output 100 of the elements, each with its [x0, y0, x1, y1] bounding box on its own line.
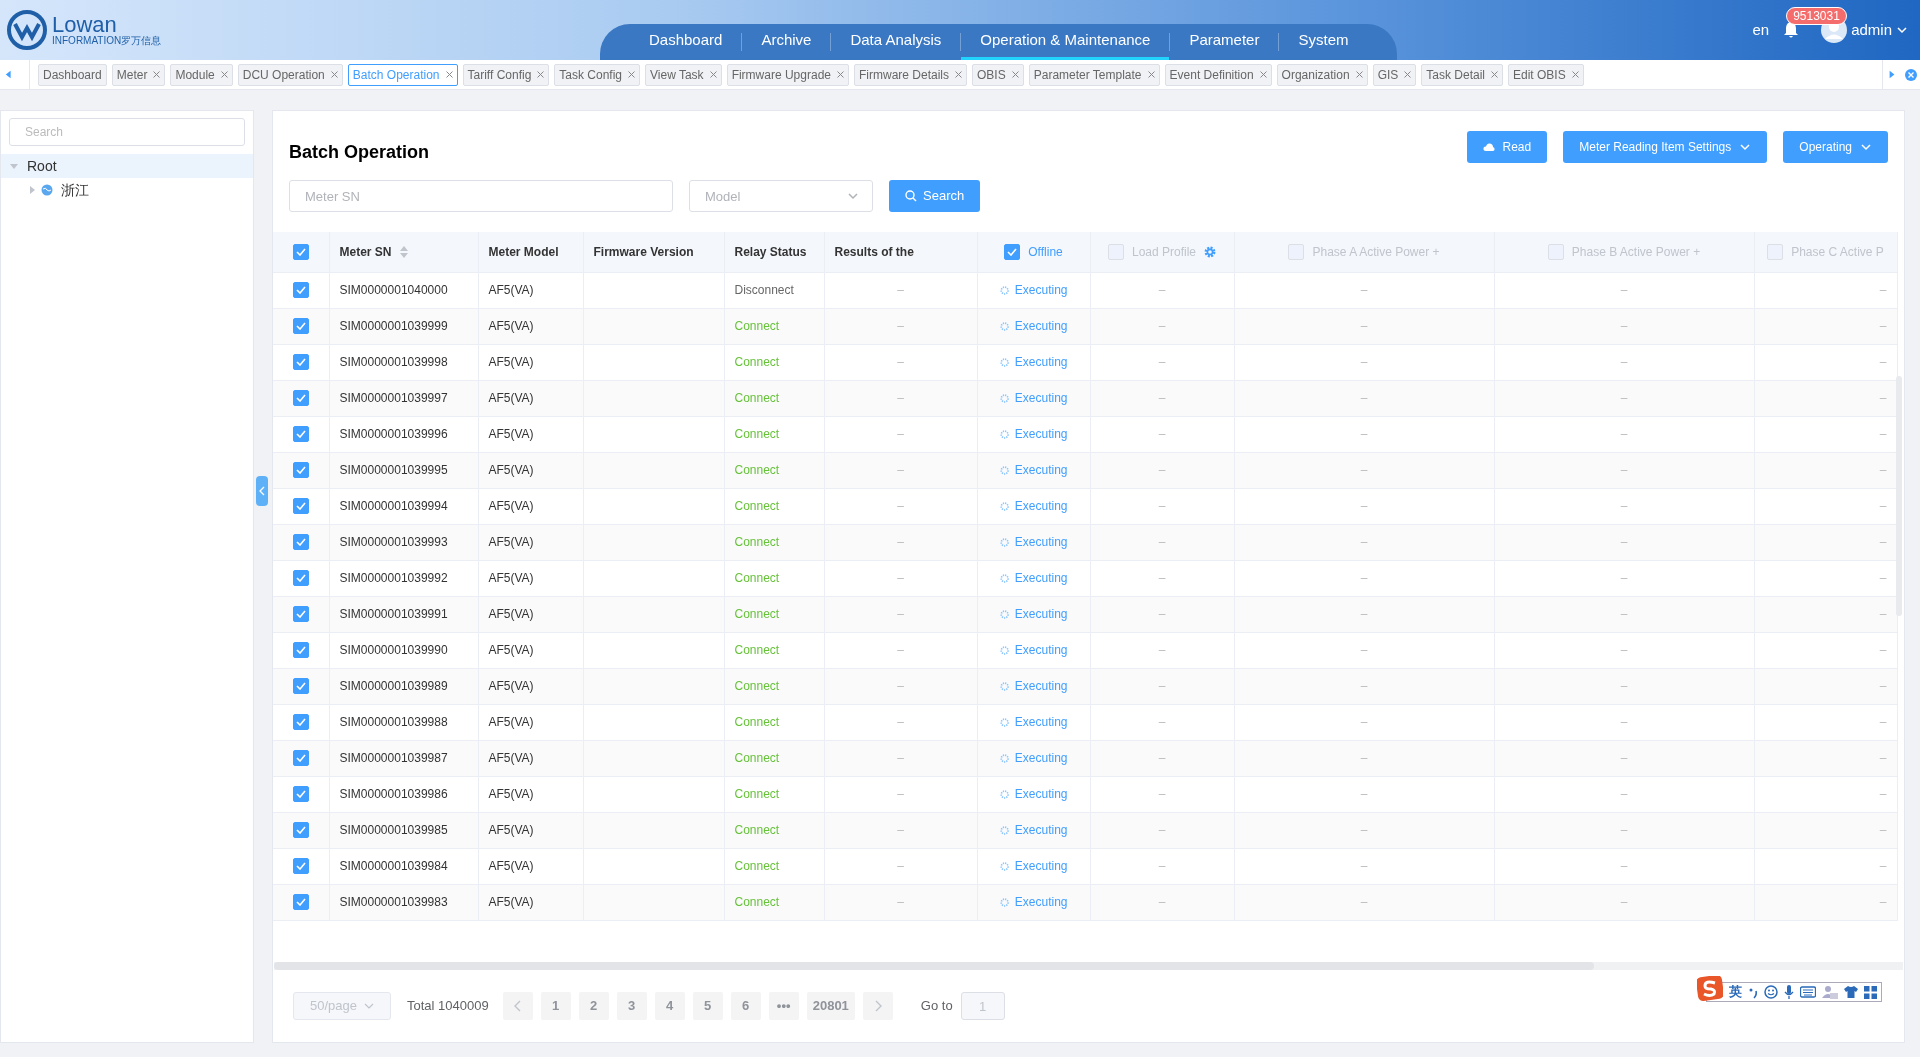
column-header: Results of the [834, 243, 914, 261]
page-tab[interactable]: Tariff Config [462, 63, 550, 86]
checkbox[interactable] [292, 642, 309, 658]
nav-tab[interactable]: Parameter [1170, 24, 1279, 60]
table-cell: – [1158, 391, 1166, 405]
checkbox[interactable] [292, 243, 309, 260]
chevron-icon [513, 1000, 522, 1012]
nav-tab[interactable]: System [1279, 24, 1368, 60]
page-tab[interactable]: Event Definition [1164, 63, 1272, 86]
read-button[interactable]: Read [1466, 131, 1548, 163]
checkbox[interactable] [292, 318, 309, 334]
status-text: Executing [1014, 318, 1068, 335]
page-button[interactable]: 3 [616, 992, 647, 1020]
page-button[interactable]: 5 [692, 992, 723, 1020]
nav-tab[interactable]: Data Analysis [831, 24, 961, 60]
checkbox[interactable] [292, 390, 309, 406]
nav-tab[interactable]: Dashboard [630, 24, 742, 60]
chevron-icon [847, 190, 859, 202]
table-cell: SIM0000001039983 [339, 895, 448, 909]
more-pages-button[interactable]: ••• [768, 992, 799, 1020]
table-cell: Connect [734, 751, 780, 765]
checkbox[interactable] [292, 822, 309, 838]
page-button[interactable]: 6 [730, 992, 761, 1020]
table-cell: – [1158, 499, 1166, 513]
table-cell: – [897, 859, 904, 873]
search-field[interactable]: Search [9, 118, 245, 146]
search-button[interactable]: Search [889, 180, 981, 212]
checkbox[interactable] [292, 570, 309, 586]
page-tab[interactable]: Organization [1276, 63, 1368, 86]
status-text: Executing [1014, 750, 1068, 767]
page-tab[interactable]: Firmware Upgrade [726, 63, 849, 86]
meter-sn-field[interactable]: Meter SN [289, 180, 673, 212]
page-tab[interactable]: Dashboard [38, 63, 107, 86]
tree-node[interactable]: 浙江 [1, 178, 253, 202]
table-cell: SIM0000001039992 [339, 571, 448, 585]
checkbox[interactable] [1004, 243, 1021, 260]
page-tab[interactable]: OBIS [972, 63, 1024, 86]
checkbox[interactable] [292, 498, 309, 514]
table-cell: – [1360, 463, 1368, 477]
chevron-icon [259, 486, 265, 496]
dropdown-button[interactable]: Operating [1783, 131, 1888, 163]
close-icon [1259, 71, 1267, 78]
table-cell: – [1158, 571, 1166, 585]
table-cell: – [897, 283, 904, 297]
checkbox[interactable] [292, 282, 309, 298]
language-label[interactable]: en [1752, 18, 1770, 42]
checkbox[interactable] [292, 714, 309, 730]
table-cell: – [1620, 499, 1628, 513]
page-tab[interactable]: Firmware Details [854, 63, 967, 86]
table-cell: – [1158, 463, 1166, 477]
page-tab[interactable]: Task Config [554, 63, 641, 86]
table-cell: Connect [734, 679, 780, 693]
checkbox[interactable] [292, 354, 309, 370]
page-tab[interactable]: View Task [645, 63, 722, 86]
nav-tab[interactable]: Archive [742, 24, 831, 60]
page-button[interactable]: 20801 [806, 992, 855, 1020]
table-cell: AF5(VA) [488, 607, 534, 621]
dropdown-button[interactable]: Meter Reading Item Settings [1563, 131, 1768, 163]
page-button[interactable]: 1 [540, 992, 571, 1020]
close-icon [330, 71, 338, 78]
page-tab[interactable]: Parameter Template [1028, 63, 1160, 86]
input-mode-indicator[interactable]: 英 [1729, 982, 1742, 1002]
page-tab[interactable]: Meter [111, 63, 166, 86]
spinner-icon [999, 392, 1009, 404]
user-icon [1822, 985, 1838, 999]
page-tab[interactable]: DCU Operation [237, 63, 343, 86]
page-button[interactable]: 2 [578, 992, 609, 1020]
spinner-icon [999, 356, 1009, 368]
tree-node[interactable]: Root [1, 154, 253, 178]
checkbox[interactable] [292, 426, 309, 442]
checkbox[interactable] [292, 786, 309, 802]
checkbox[interactable] [292, 894, 309, 910]
checkmark-icon [295, 610, 306, 618]
page-tab[interactable]: Batch Operation [347, 63, 458, 86]
checkbox[interactable] [292, 534, 309, 550]
table-cell: – [1360, 895, 1368, 909]
checkbox[interactable] [292, 750, 309, 766]
table-cell: AF5(VA) [488, 787, 534, 801]
table-cell: SIM0000001039994 [339, 499, 448, 513]
page-tab[interactable]: Task Detail [1421, 63, 1503, 86]
checkmark-icon [295, 646, 306, 654]
checkbox[interactable] [292, 858, 309, 874]
page-button[interactable]: 4 [654, 992, 685, 1020]
collapse-handle[interactable] [256, 476, 268, 506]
page-tab[interactable]: Module [170, 63, 233, 86]
checkbox[interactable] [292, 678, 309, 694]
grid-icon [1864, 985, 1877, 999]
page-tab[interactable]: GIS [1372, 63, 1417, 86]
page-tab[interactable]: Edit OBIS [1508, 63, 1584, 86]
table-cell: – [1879, 391, 1887, 405]
checkbox[interactable] [292, 462, 309, 478]
table-cell: – [1620, 463, 1628, 477]
table-cell: AF5(VA) [488, 823, 534, 837]
close-icon [1355, 71, 1363, 78]
table-cell: – [1158, 715, 1166, 729]
model-select[interactable]: Model [689, 180, 873, 212]
microphone-icon [1784, 985, 1794, 999]
checkbox[interactable] [292, 606, 309, 622]
checkmark-icon [295, 502, 306, 510]
horizontal-scrollbar[interactable] [274, 962, 1903, 970]
